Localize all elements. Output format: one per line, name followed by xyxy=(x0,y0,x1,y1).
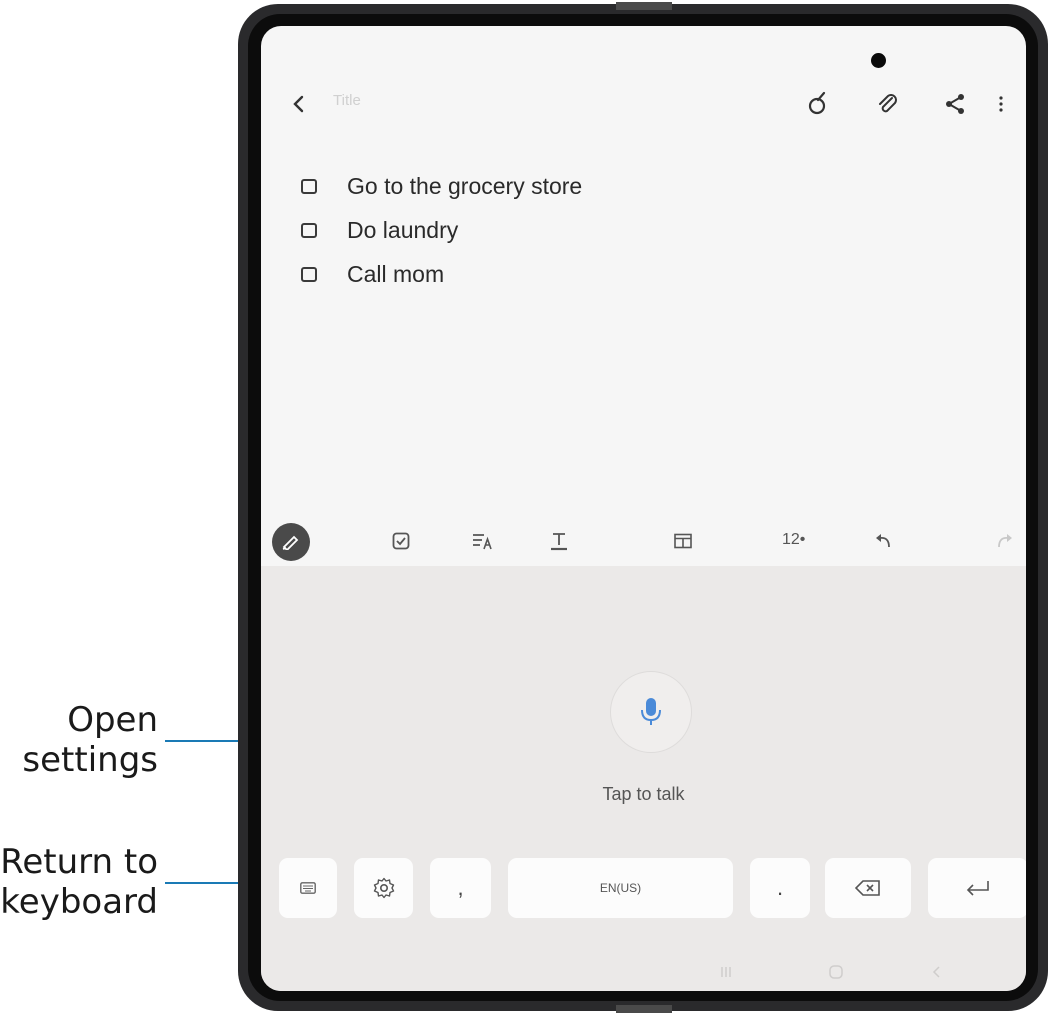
mic-button[interactable] xyxy=(610,671,692,753)
home-icon[interactable] xyxy=(826,962,846,982)
checklist-item[interactable]: Call mom xyxy=(301,252,582,296)
backspace-icon xyxy=(855,880,880,896)
checkbox[interactable] xyxy=(301,222,317,238)
screen: Title Go to the grocery store Do laundry… xyxy=(261,26,1026,991)
checklist-item-text[interactable]: Do laundry xyxy=(347,217,458,244)
navigation-bar xyxy=(261,954,1026,989)
hinge-bottom xyxy=(616,1005,672,1013)
pen-icon[interactable] xyxy=(272,523,310,561)
checklist-item[interactable]: Go to the grocery store xyxy=(301,164,582,208)
checklist-item-text[interactable]: Go to the grocery store xyxy=(347,173,582,200)
font-size-selector[interactable]: 12• xyxy=(782,531,805,549)
open-settings-line1: Open xyxy=(67,700,158,740)
brush-icon[interactable] xyxy=(804,90,832,118)
tap-to-talk-label: Tap to talk xyxy=(602,784,685,804)
back-arrow-icon[interactable] xyxy=(287,92,311,116)
checkbox[interactable] xyxy=(301,178,317,194)
mic-icon xyxy=(641,698,661,725)
formatting-toolbar xyxy=(261,516,1026,566)
paperclip-icon[interactable] xyxy=(873,90,901,118)
table-icon[interactable] xyxy=(670,528,696,554)
backspace-key[interactable] xyxy=(825,858,911,918)
recents-icon[interactable] xyxy=(716,962,736,982)
undo-icon[interactable] xyxy=(871,528,897,554)
share-icon[interactable] xyxy=(941,90,969,118)
text-format-icon[interactable] xyxy=(546,528,572,554)
back-nav-icon[interactable] xyxy=(926,962,946,982)
hinge-top xyxy=(616,2,672,10)
checklist-item-text[interactable]: Call mom xyxy=(347,261,444,288)
gear-icon xyxy=(373,877,394,899)
redo-icon[interactable] xyxy=(991,528,1017,554)
enter-icon xyxy=(966,881,989,896)
checklist: Go to the grocery store Do laundry Call … xyxy=(301,164,582,296)
checklist-item[interactable]: Do laundry xyxy=(301,208,582,252)
checkbox[interactable] xyxy=(301,266,317,282)
voice-input-panel: Tap to talk , EN(US) . xyxy=(261,566,1026,991)
comma-key[interactable]: , xyxy=(430,858,491,918)
return-to-keyboard-line1: Return to xyxy=(0,842,158,882)
open-settings-line2: settings xyxy=(22,740,158,780)
space-key[interactable]: EN(US) xyxy=(508,858,733,918)
front-camera xyxy=(871,53,886,68)
period-key[interactable]: . xyxy=(750,858,810,918)
return-to-keyboard-label: Return to keyboard xyxy=(0,842,158,922)
open-settings-label: Open settings xyxy=(22,700,158,780)
checkbox-icon[interactable] xyxy=(388,528,414,554)
note-title-placeholder[interactable]: Title xyxy=(333,92,361,109)
more-vert-icon[interactable] xyxy=(991,90,1011,118)
return-to-keyboard-line2: keyboard xyxy=(0,882,158,922)
keyboard-icon xyxy=(300,882,316,894)
text-style-icon[interactable] xyxy=(470,528,496,554)
keyboard-button[interactable] xyxy=(279,858,337,918)
settings-button[interactable] xyxy=(354,858,413,918)
enter-key[interactable] xyxy=(928,858,1026,918)
